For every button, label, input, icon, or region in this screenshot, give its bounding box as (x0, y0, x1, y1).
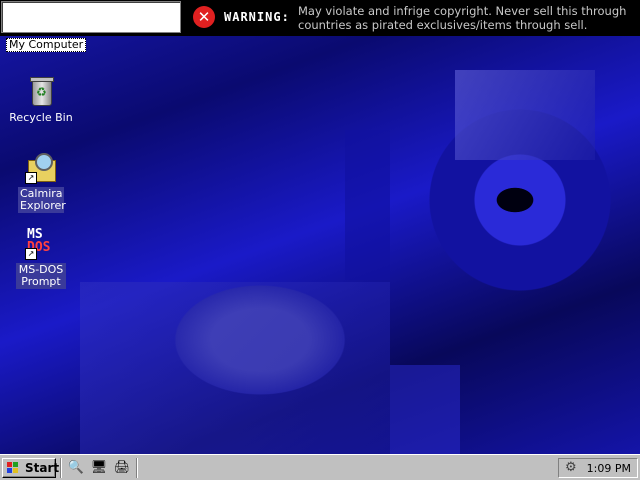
wallpaper-panel (80, 282, 390, 454)
windows-logo-icon (7, 462, 19, 474)
recycle-bin-icon (25, 76, 57, 108)
calmira-explorer-icon: ↗ (25, 152, 57, 184)
ms-dos-prompt-shortcut[interactable]: MS DOS ↗ MS-DOS Prompt (6, 228, 76, 289)
wallpaper-panel (455, 70, 595, 160)
tray-utility-icon[interactable]: ⚙ (565, 460, 577, 475)
wallpaper-panel (390, 365, 460, 454)
warning-bar: ✕ WARNING: May violate and infrige copyr… (0, 0, 640, 36)
calmira-explorer-shortcut[interactable]: ↗ Calmira Explorer (6, 152, 76, 213)
clock[interactable]: 1:09 PM (587, 462, 631, 475)
recycle-bin-label: Recycle Bin (9, 111, 73, 124)
desktop[interactable]: My Computer Recycle Bin ↗ Calmira Explor… (0, 0, 640, 454)
warning-label: WARNING: (224, 10, 290, 24)
ms-dos-prompt-label: MS-DOS Prompt (16, 263, 66, 289)
wallpaper-panel (345, 130, 390, 280)
desktop-icon[interactable]: 🖥 (90, 460, 108, 476)
warning-text: May violate and infrige copyright. Never… (298, 4, 627, 32)
calmira-explorer-label: Calmira Explorer (18, 187, 66, 213)
start-button[interactable]: Start (2, 458, 60, 478)
printer-icon[interactable]: 🖨 (113, 460, 131, 476)
error-icon: ✕ (193, 6, 215, 28)
recycle-bin-shortcut[interactable]: Recycle Bin (6, 76, 76, 125)
my-computer-label[interactable]: My Computer (6, 38, 87, 52)
ms-dos-icon: MS DOS ↗ (25, 227, 51, 260)
taskbar-separator (60, 458, 62, 478)
taskbar-separator (136, 458, 138, 478)
start-label: Start (25, 461, 60, 475)
system-tray: ⚙ 1:09 PM (558, 458, 638, 478)
explorer-icon[interactable]: 🔍 (67, 460, 85, 476)
text-input-box[interactable] (1, 1, 181, 33)
taskbar: Start 🔍 🖥 🖨 ⚙ 1:09 PM (0, 454, 640, 480)
